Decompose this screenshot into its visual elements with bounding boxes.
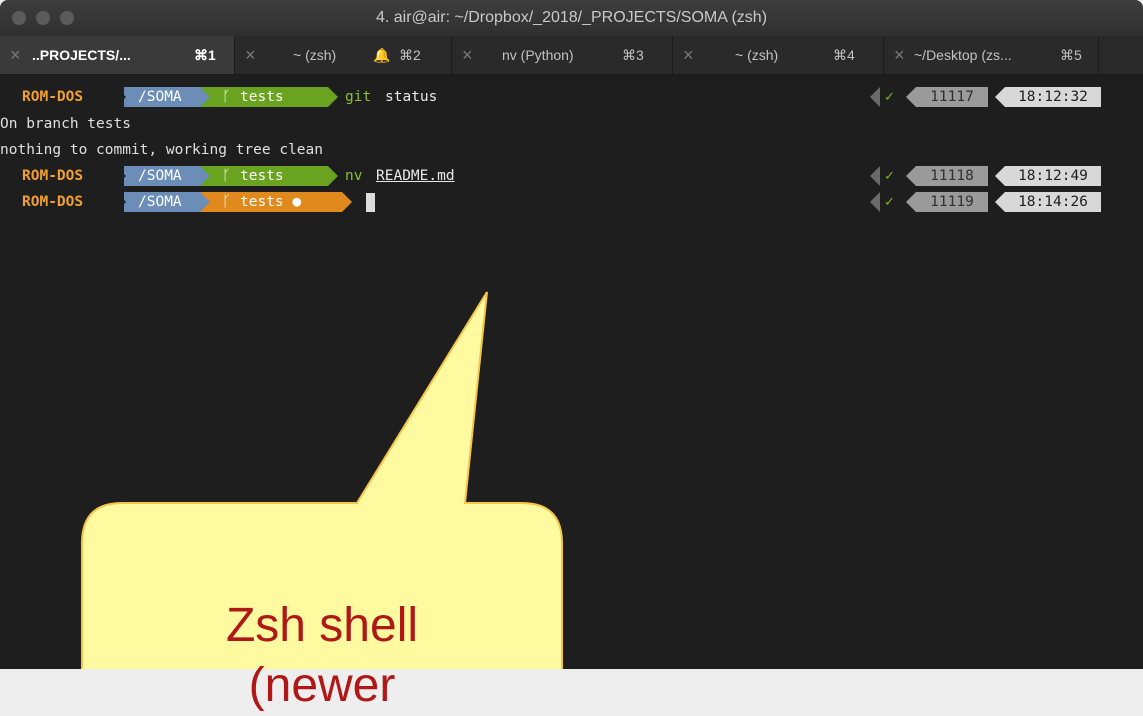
prompt-branch: tests xyxy=(240,89,284,105)
right-prompt-separator xyxy=(995,192,1005,212)
history-number: 11117 xyxy=(916,87,988,107)
history-number: 11119 xyxy=(916,192,988,212)
bell-icon: 🔔 xyxy=(373,47,391,63)
prompt-line: ROM-DOS /SOMA ᚴ tests git status ✓ 11117… xyxy=(0,84,1143,108)
tab-label: ~/Desktop (zs... xyxy=(914,47,1012,63)
segment-separator xyxy=(342,192,352,212)
prompt-line: ROM-DOS /SOMA ᚴ tests ● ✓ 11119 18:14:26 xyxy=(0,189,1143,213)
command-name: nv xyxy=(345,168,363,184)
tab-4[interactable]: × ~ (zsh) ⌘4 xyxy=(673,36,884,74)
tab-1[interactable]: × ..PROJECTS/... ⌘1 xyxy=(0,36,235,74)
segment-separator xyxy=(200,87,210,107)
tab-label: nv (Python) xyxy=(502,47,574,63)
right-prompt-separator xyxy=(995,87,1005,107)
git-branch-icon: ᚴ xyxy=(222,89,231,105)
tab-label: ..PROJECTS/... xyxy=(32,47,131,63)
tab-3[interactable]: × nv (Python) ⌘3 xyxy=(452,36,673,74)
tab-close-icon[interactable]: × xyxy=(683,36,694,74)
tab-shortcut: ⌘2 xyxy=(399,47,421,63)
text-cursor xyxy=(366,193,375,212)
segment-separator xyxy=(200,192,210,212)
right-prompt-separator xyxy=(870,192,880,212)
prompt-branch: tests ● xyxy=(240,194,302,210)
tab-5[interactable]: × ~/Desktop (zs... ⌘5 xyxy=(884,36,1099,74)
right-prompt-separator xyxy=(906,166,916,186)
window-title: 4. air@air: ~/Dropbox/_2018/_PROJECTS/SO… xyxy=(375,9,768,26)
git-branch-icon: ᚴ xyxy=(222,194,231,210)
right-prompt-separator xyxy=(906,87,916,107)
output-text: On branch tests xyxy=(0,116,131,132)
tab-close-icon[interactable]: × xyxy=(245,36,256,74)
prompt-host: ROM-DOS xyxy=(22,194,84,210)
command-argument: status xyxy=(385,89,438,105)
tab-bar: × ..PROJECTS/... ⌘1 × ~ (zsh) 🔔 ⌘2 × nv … xyxy=(0,36,1143,75)
output-line: On branch tests xyxy=(0,112,131,136)
terminal-window: 4. air@air: ~/Dropbox/_2018/_PROJECTS/SO… xyxy=(0,0,1143,669)
output-line: nothing to commit, working tree clean xyxy=(0,138,323,162)
terminal-content[interactable]: ROM-DOS /SOMA ᚴ tests git status ✓ 11117… xyxy=(0,75,1143,669)
tab-shortcut: ⌘1 xyxy=(194,47,216,63)
prompt-host: ROM-DOS xyxy=(22,89,84,105)
prompt-line: ROM-DOS /SOMA ᚴ tests nv README.md ✓ 111… xyxy=(0,163,1143,187)
right-prompt-separator xyxy=(870,87,880,107)
prompt-directory: /SOMA xyxy=(124,192,200,212)
right-prompt-separator xyxy=(906,192,916,212)
status-ok-icon: ✓ xyxy=(885,89,894,105)
tab-shortcut: ⌘3 xyxy=(622,47,644,63)
right-prompt-separator xyxy=(995,166,1005,186)
tab-close-icon[interactable]: × xyxy=(10,36,21,74)
prompt-directory: /SOMA xyxy=(124,166,200,186)
segment-separator xyxy=(116,192,126,212)
segment-separator xyxy=(116,87,126,107)
command-argument: README.md xyxy=(376,168,455,184)
tab-shortcut: ⌘4 xyxy=(833,47,855,63)
segment-separator xyxy=(116,166,126,186)
prompt-host: ROM-DOS xyxy=(22,168,84,184)
segment-separator xyxy=(328,87,338,107)
command-name: git xyxy=(345,89,372,105)
git-branch-icon: ᚴ xyxy=(222,168,231,184)
tab-close-icon[interactable]: × xyxy=(462,36,473,74)
title-bar[interactable]: 4. air@air: ~/Dropbox/_2018/_PROJECTS/SO… xyxy=(0,0,1143,36)
tab-shortcut: ⌘5 xyxy=(1060,47,1082,63)
history-number: 11118 xyxy=(916,166,988,186)
tab-label: ~ (zsh) xyxy=(293,47,337,63)
output-text: nothing to commit, working tree clean xyxy=(0,142,324,158)
prompt-directory: /SOMA xyxy=(124,87,200,107)
tab-close-icon[interactable]: × xyxy=(894,36,905,74)
prompt-time: 18:12:49 xyxy=(1005,166,1101,186)
prompt-branch: tests xyxy=(240,168,284,184)
tab-2[interactable]: × ~ (zsh) 🔔 ⌘2 xyxy=(235,36,452,74)
prompt-time: 18:12:32 xyxy=(1005,87,1101,107)
status-ok-icon: ✓ xyxy=(885,194,894,210)
prompt-time: 18:14:26 xyxy=(1005,192,1101,212)
segment-separator xyxy=(200,166,210,186)
status-ok-icon: ✓ xyxy=(885,168,894,184)
right-prompt-separator xyxy=(870,166,880,186)
segment-separator xyxy=(328,166,338,186)
tab-label: ~ (zsh) xyxy=(735,47,779,63)
